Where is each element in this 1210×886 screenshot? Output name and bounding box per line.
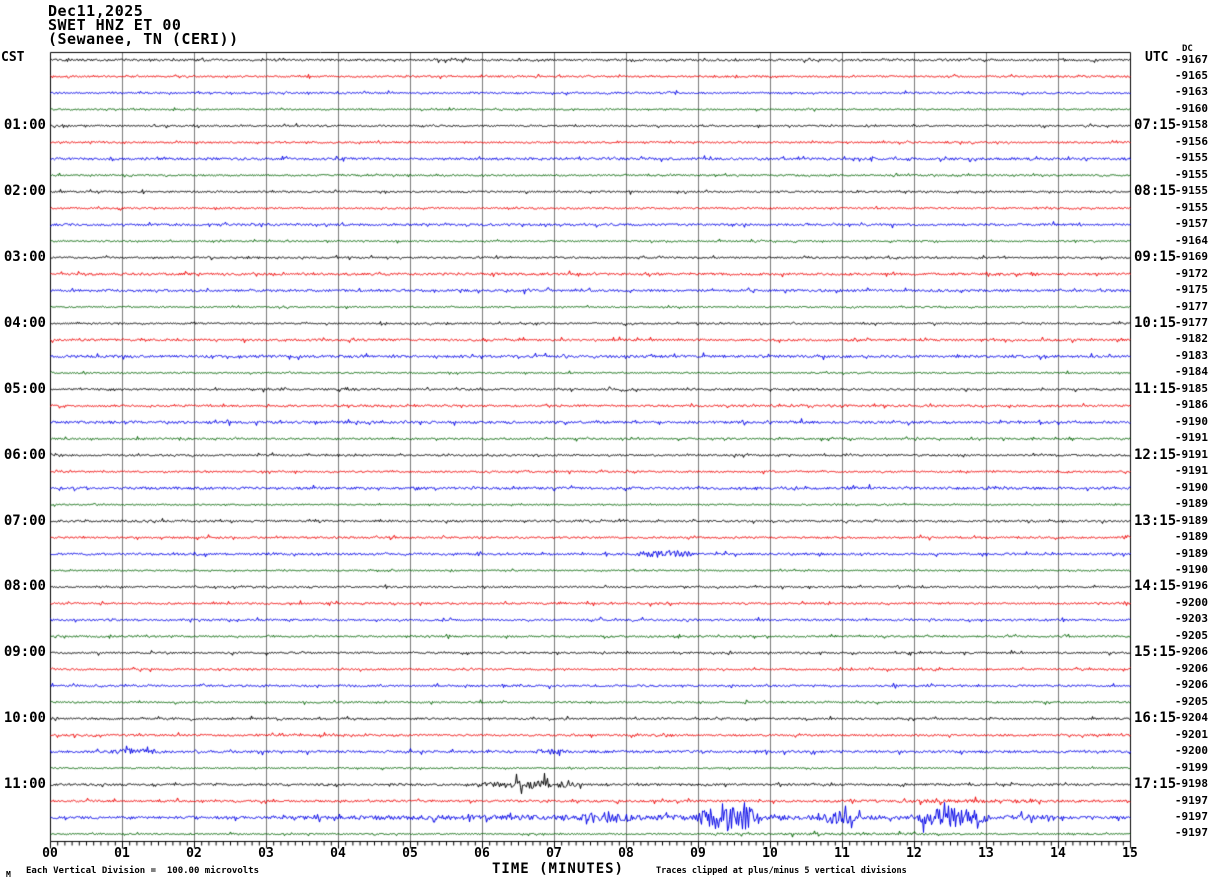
dc-offset-value: -9163 (1174, 85, 1208, 99)
cst-hour-label: 07:00 (3, 512, 46, 529)
dc-offset-value: -9169 (1174, 250, 1208, 264)
dc-offset-value: -9201 (1174, 727, 1208, 741)
dc-offset-value: -9155 (1174, 151, 1208, 165)
dc-offset-value: -9197 (1174, 810, 1208, 824)
cst-hour-label: 04:00 (3, 314, 46, 331)
dc-offset-value: -9191 (1174, 431, 1208, 445)
clip-note: Traces clipped at plus/minus 5 vertical … (656, 866, 907, 876)
x-axis-tick-label: 02 (186, 846, 202, 861)
x-axis-tick-label: 05 (402, 846, 418, 861)
dc-offset-value: -9200 (1174, 744, 1208, 758)
dc-offset-value: -9205 (1174, 694, 1208, 708)
x-axis-tick-label: 06 (474, 846, 490, 861)
dc-offset-value: -9206 (1174, 661, 1208, 675)
dc-offset-value: -9155 (1174, 167, 1208, 181)
dc-offset-value: -9190 (1174, 563, 1208, 576)
x-axis-tick-label: 09 (690, 846, 706, 861)
dc-offset-value: -9167 (1174, 52, 1208, 66)
dc-offset-value: -9199 (1174, 760, 1208, 774)
dc-offset-value: -9155 (1174, 184, 1208, 198)
x-axis-tick-label: 00 (42, 846, 58, 861)
cst-hour-label: 06:00 (3, 446, 46, 463)
dc-offset-value: -9189 (1174, 546, 1208, 560)
dc-offset-value: -9191 (1174, 447, 1208, 461)
axis-labels-layer: -9167 -9165 -9163 -9160 01:00 07:15 -9158 -9156… (0, 0, 1210, 886)
dc-offset-value: -9184 (1174, 365, 1208, 379)
dc-offset-value: -9157 (1174, 217, 1208, 231)
dc-offset-value: -9182 (1174, 332, 1208, 346)
x-axis-tick-label: 01 (114, 846, 130, 861)
dc-offset-value: -9196 (1174, 579, 1208, 593)
dc-offset-value: -9186 (1174, 398, 1208, 412)
dc-offset-value: -9198 (1174, 777, 1208, 791)
cst-hour-label: 11:00 (3, 776, 46, 793)
x-axis-tick-label: 11 (834, 846, 850, 861)
dc-offset-value: -9160 (1174, 101, 1208, 115)
dc-offset-value: -9190 (1174, 414, 1208, 428)
dc-offset-value: -9175 (1174, 283, 1208, 297)
x-axis-tick-label: 13 (978, 846, 994, 861)
cst-hour-label: 10:00 (3, 710, 46, 727)
dc-offset-value: -9185 (1174, 381, 1208, 395)
watermark-glyph: M (6, 870, 11, 879)
x-axis-tick-label: 03 (258, 846, 274, 861)
x-axis-tick-label: 15 (1122, 846, 1138, 861)
dc-offset-value: -9189 (1174, 497, 1208, 511)
cst-hour-label: 01:00 (3, 117, 46, 134)
x-axis-tick-label: 12 (906, 846, 922, 861)
dc-offset-value: -9197 (1174, 826, 1208, 840)
dc-offset-value: -9200 (1174, 595, 1208, 609)
dc-offset-value: -9158 (1174, 118, 1208, 132)
dc-offset-value: -9206 (1174, 678, 1208, 692)
dc-offset-value: -9165 (1174, 68, 1208, 82)
dc-offset-value: -9190 (1174, 480, 1208, 494)
dc-offset-value: -9197 (1174, 793, 1208, 807)
x-axis-tick-label: 10 (762, 846, 778, 861)
dc-offset-value: -9203 (1174, 612, 1208, 626)
cst-hour-label: 09:00 (3, 644, 46, 661)
x-axis-tick-label: 04 (330, 846, 346, 861)
dc-offset-value: -9172 (1174, 266, 1208, 280)
dc-offset-value: -9155 (1174, 200, 1208, 214)
dc-offset-value: -9204 (1174, 711, 1208, 725)
cst-hour-label: 03:00 (3, 249, 46, 266)
dc-offset-value: -9189 (1174, 530, 1208, 544)
cst-hour-label: 05:00 (3, 380, 46, 397)
x-axis-tick-label: 08 (618, 846, 634, 861)
dc-offset-value: -9177 (1174, 315, 1208, 329)
cst-hour-label: 08:00 (3, 578, 46, 595)
dc-offset-value: -9177 (1174, 299, 1208, 313)
cst-hour-label: 02:00 (3, 183, 46, 200)
x-axis-title: TIME (MINUTES) (491, 861, 624, 877)
x-axis-tick-label: 07 (546, 846, 562, 861)
dc-offset-value: -9189 (1174, 513, 1208, 527)
dc-offset-value: -9183 (1174, 348, 1208, 362)
vertical-scale-note: Each Vertical Division = 100.00 microvol… (26, 866, 259, 876)
dc-offset-value: -9206 (1174, 645, 1208, 659)
dc-offset-value: -9156 (1174, 134, 1208, 148)
helicorder-page: Dec11,2025 SWET HNZ ET 00 (Sewanee, TN (… (0, 0, 1210, 886)
x-axis-tick-label: 14 (1050, 846, 1066, 861)
dc-offset-value: -9191 (1174, 464, 1208, 478)
dc-offset-value: -9205 (1174, 628, 1208, 642)
dc-offset-value: -9164 (1174, 233, 1208, 247)
